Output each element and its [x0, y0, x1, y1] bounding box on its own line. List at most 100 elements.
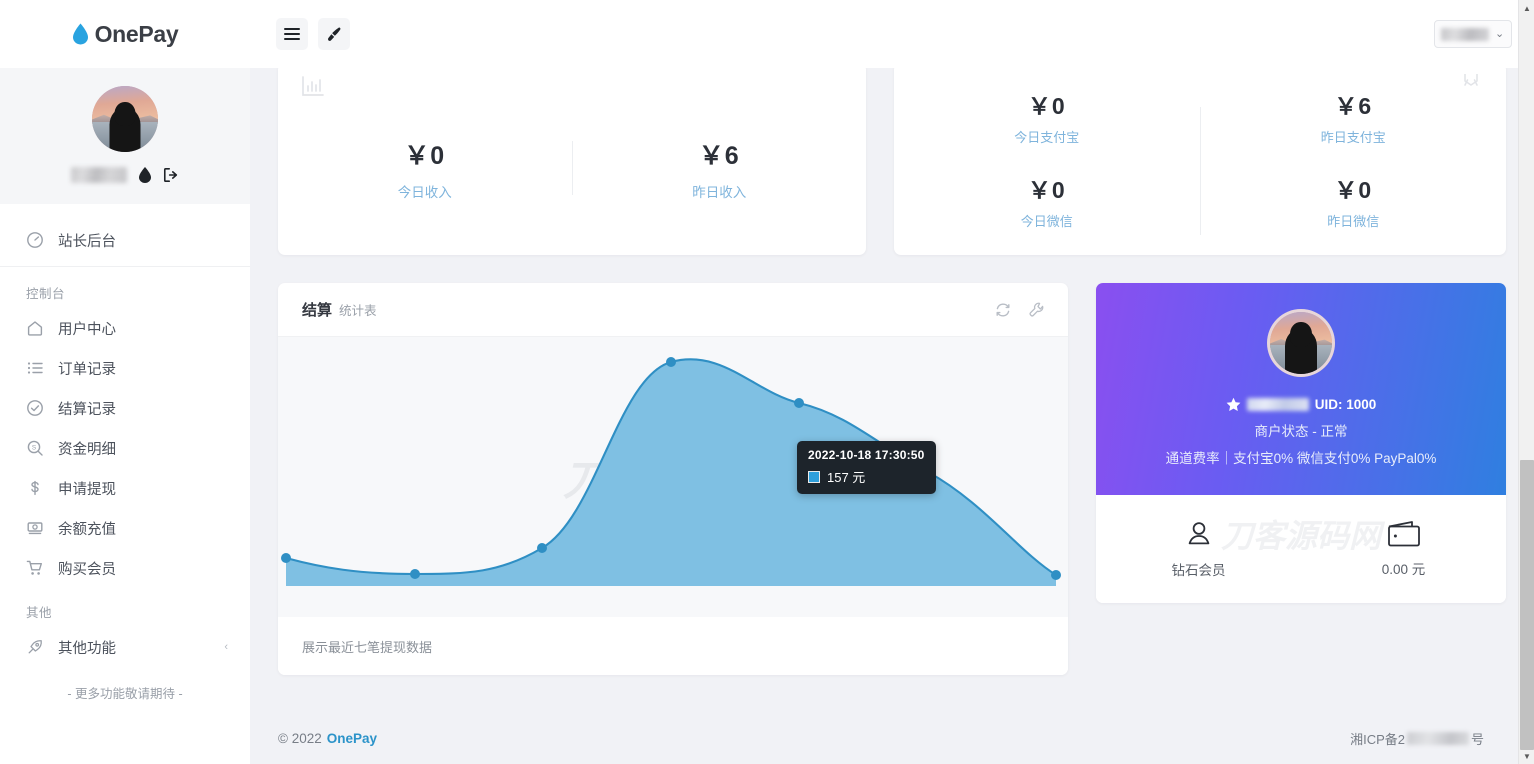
member-identity-row: UID: 1000: [1226, 397, 1377, 412]
chevron-left-icon[interactable]: ‹: [224, 641, 228, 653]
sidebar-group-title-console: 控制台: [26, 287, 66, 301]
stat-value: ￥0: [1027, 93, 1066, 119]
list-ordered-icon: [27, 362, 43, 374]
chart-point: [281, 553, 291, 563]
sidebar-item-order-records[interactable]: 订单记录: [0, 348, 250, 388]
member-card-header: UID: 1000 商户状态 - 正常 通道费率｜支付宝0% 微信支付0% Pa…: [1096, 283, 1506, 495]
chart-plot-area[interactable]: 刀客源码网: [278, 337, 1068, 617]
sidebar-group-title-other: 其他: [26, 606, 53, 620]
rocket-icon: [28, 640, 42, 654]
shopping-cart-icon: [26, 560, 42, 575]
stat-value: ￥0: [1334, 177, 1373, 203]
icp-number-masked: [1406, 731, 1469, 745]
sidebar-item-user-center[interactable]: 用户中心: [0, 308, 250, 348]
avatar-silhouette-head: [114, 102, 136, 126]
member-level-cell[interactable]: 钻石会员: [1096, 495, 1301, 603]
sidebar-item-withdraw[interactable]: 申请提现: [0, 468, 250, 508]
second-row: 结算 统计表 刀客源码网: [278, 283, 1506, 675]
sidebar-footer-note: - 更多功能敬请期待 -: [67, 687, 183, 701]
stat-today-alipay: ￥0 今日支付宝: [894, 87, 1200, 171]
stat-label: 昨日支付宝: [1320, 130, 1386, 145]
merchant-status: 商户状态 - 正常: [1254, 424, 1348, 439]
home-icon: [27, 321, 43, 336]
avatar[interactable]: [1267, 309, 1335, 377]
member-level-text: 钻石会员: [1171, 563, 1226, 578]
avatar-silhouette-head: [1290, 322, 1312, 347]
chart-point: [1051, 570, 1061, 580]
page-footer: © 2022 OnePay 湘ICP备2 号: [250, 712, 1534, 764]
sidebar-item-label: 结算记录: [58, 401, 116, 418]
sidebar-item-label: 资金明细: [58, 441, 116, 458]
tooltip-color-swatch: [808, 470, 820, 483]
language-select-value-masked: [1441, 27, 1489, 41]
stat-label: 今日收入: [397, 184, 452, 200]
scrollbar-up-arrow-icon[interactable]: ▲: [1519, 0, 1534, 16]
stat-today-income: ￥0 今日收入: [278, 136, 572, 201]
sidebar-profile: [0, 68, 250, 204]
tooltip-title: 2022-10-18 17:30:50: [808, 448, 925, 462]
water-drop-icon[interactable]: [137, 166, 153, 184]
sidebar-item-settlement-records[interactable]: 结算记录: [0, 388, 250, 428]
footer-brand[interactable]: OnePay: [327, 731, 377, 746]
icp-suffix: 号: [1470, 731, 1484, 747]
stat-label: 今日支付宝: [1014, 130, 1080, 145]
theme-button[interactable]: [318, 18, 350, 50]
wrench-icon[interactable]: [1028, 301, 1046, 319]
member-balance-cell[interactable]: 0.00 元: [1301, 495, 1506, 603]
logout-icon[interactable]: [163, 166, 179, 184]
member-name-masked: [1246, 398, 1309, 411]
sidebar-item-label: 余额充值: [58, 521, 116, 538]
stat-label: 今日微信: [1020, 214, 1073, 229]
stat-value: ￥6: [698, 141, 740, 170]
money-stack-icon: [27, 522, 43, 535]
chart-footer-note: 展示最近七笔提现数据: [278, 617, 1068, 675]
svg-text:S: S: [32, 445, 36, 452]
app-root: OnePay 站长后台 控制台 用户中心 订单记录 结算记录 S 资金明细 申请…: [0, 0, 1534, 764]
scrollbar-thumb[interactable]: [1520, 460, 1534, 750]
stat-today-wechat: ￥0 今日微信: [894, 171, 1200, 255]
page-scrollbar[interactable]: ▲ ▼: [1518, 0, 1534, 764]
member-balance-text: 0.00 元: [1381, 562, 1426, 577]
hamburger-menu-button[interactable]: [276, 18, 308, 50]
sidebar-item-recharge[interactable]: 余额充值: [0, 508, 250, 548]
brand-logo[interactable]: OnePay: [0, 0, 250, 68]
chart-point: [666, 357, 676, 367]
bar-chart-icon: [302, 76, 324, 96]
user-outline-icon: [1188, 522, 1209, 545]
language-select[interactable]: ⌄: [1434, 20, 1512, 48]
wallet-icon: [1387, 521, 1420, 547]
stat-label: 昨日微信: [1327, 214, 1380, 229]
chart-title: 结算: [302, 302, 333, 319]
sidebar-item-admin[interactable]: 站长后台: [0, 220, 250, 260]
sidebar-item-label: 其他功能: [58, 640, 116, 657]
sidebar-item-fund-details[interactable]: S 资金明细: [0, 428, 250, 468]
stat-label: 昨日收入: [692, 184, 747, 200]
hamburger-menu-icon: [284, 28, 300, 40]
refresh-icon[interactable]: [994, 301, 1012, 319]
member-uid: UID: 1000: [1314, 397, 1377, 412]
sidebar-item-buy-membership[interactable]: 购买会员: [0, 548, 250, 588]
avatar[interactable]: [92, 86, 158, 152]
sidebar-item-label: 购买会员: [58, 561, 116, 578]
channel-stat-card: ￥0 今日支付宝 ￥6 昨日支付宝 ￥0 今日微信 ￥0 昨日微信: [894, 68, 1506, 255]
sidebar-item-label: 站长后台: [58, 233, 116, 250]
sidebar: OnePay 站长后台 控制台 用户中心 订单记录 结算记录 S 资金明细 申请…: [0, 0, 250, 764]
chevron-down-icon: ⌄: [1495, 27, 1505, 40]
icp-record: 湘ICP备2 号: [1350, 729, 1484, 748]
income-stat-card: ￥0 今日收入 ￥6 昨日收入: [278, 68, 866, 255]
dashboard-gauge-icon: [27, 232, 43, 248]
footer-copyright: © 2022: [278, 730, 322, 746]
sidebar-item-label: 订单记录: [58, 361, 116, 378]
chart-point: [410, 569, 420, 579]
chart-series-group: [284, 358, 1058, 586]
icp-prefix: 湘ICP备2: [1350, 731, 1405, 747]
water-drop-icon: [72, 23, 88, 45]
brand-name: OnePay: [94, 20, 179, 47]
tooltip-value: 157 元: [827, 470, 866, 485]
chart-header: 结算 统计表: [278, 283, 1068, 337]
search-money-icon: S: [27, 440, 43, 456]
scrollbar-down-arrow-icon[interactable]: ▼: [1519, 748, 1534, 764]
sidebar-item-other-functions[interactable]: 其他功能 ‹: [0, 627, 250, 667]
chart-subtitle: 统计表: [339, 304, 377, 318]
income-stat-grid: ￥0 今日收入 ￥6 昨日收入: [278, 68, 866, 255]
